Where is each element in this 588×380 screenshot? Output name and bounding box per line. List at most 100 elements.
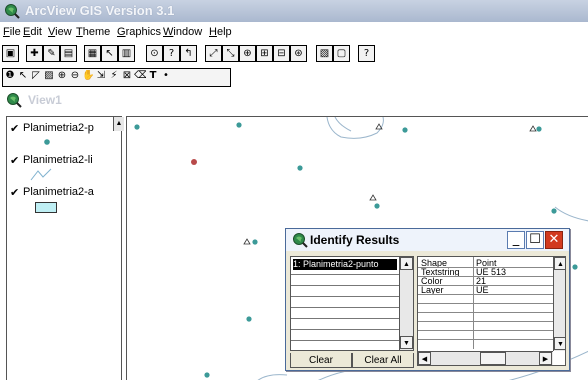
- scroll-right-arrow[interactable]: ▶: [539, 352, 552, 365]
- column-divider: [473, 257, 474, 349]
- list-row-divider: [291, 285, 399, 286]
- scroll-up-arrow[interactable]: ▲: [400, 257, 413, 270]
- app-title-bar: ArcView GIS Version 3.1: [0, 0, 588, 22]
- legend-item-points[interactable]: ✔ Planimetria2-p: [10, 122, 114, 152]
- menu-edit[interactable]: Edit: [23, 26, 42, 38]
- zoom-out-icon[interactable]: ⊟: [273, 45, 290, 62]
- point-symbol-icon: [44, 139, 50, 145]
- minimize-icon[interactable]: _: [507, 231, 525, 249]
- zoom-previous-icon[interactable]: ⊛: [290, 45, 307, 62]
- legend-item-areas[interactable]: ✔ Planimetria2-a: [10, 186, 114, 216]
- button-bar: ▣ ✚ ✎ ▤ ▦ ↖ ▥ ⊙ ? ↰ ⤢ ⤡ ⊕ ⊞ ⊟ ⊛ ▧ ▢ ?: [0, 44, 588, 66]
- help-icon[interactable]: ?: [358, 45, 375, 62]
- identify-tool-icon[interactable]: ❶: [4, 70, 16, 82]
- zoom-full-extent-icon[interactable]: ⤢: [205, 45, 222, 62]
- table-of-contents: ✔ Planimetria2-p ✔ Planimetria2-li ✔ Pla…: [6, 116, 124, 380]
- menu-bar: File Edit View Theme Graphics Window Hel…: [0, 24, 588, 42]
- zoom-selected-icon[interactable]: ⊕: [239, 45, 256, 62]
- view-title-bar: View1: [0, 88, 588, 112]
- menu-help[interactable]: Help: [209, 26, 232, 38]
- list-row-divider: [291, 318, 399, 319]
- arcview-globe-icon: [5, 4, 20, 19]
- scroll-left-arrow[interactable]: ◀: [418, 352, 431, 365]
- menu-graphics[interactable]: Graphics: [117, 26, 161, 38]
- visibility-checkbox[interactable]: ✔: [10, 122, 19, 135]
- select-feature-tool-icon[interactable]: ▨: [43, 70, 55, 82]
- tool-bar: ❶ ↖ ◸ ▨ ⊕ ⊖ ✋ ⇲ ⚡ ⊠ ⌫ T •: [0, 68, 588, 87]
- scroll-down-arrow[interactable]: ▼: [400, 336, 413, 349]
- add-theme-icon[interactable]: ✚: [26, 45, 43, 62]
- visibility-checkbox[interactable]: ✔: [10, 186, 19, 199]
- menu-window[interactable]: Window: [163, 26, 202, 38]
- legend-item-label: Planimetria2-a: [23, 186, 94, 198]
- attribute-table-hscrollbar[interactable]: ◀ ▶: [418, 351, 553, 365]
- menu-view[interactable]: View: [48, 26, 72, 38]
- list-row-divider: [291, 307, 399, 308]
- theme-properties-icon[interactable]: ✎: [43, 45, 60, 62]
- select-by-theme-icon[interactable]: ▧: [316, 45, 333, 62]
- hotlink-tool-icon[interactable]: ⚡: [108, 70, 120, 82]
- feature-list-item-selected[interactable]: 1: Planimetria2-punto: [293, 259, 397, 270]
- table-row-divider: [418, 303, 555, 304]
- scroll-up-arrow[interactable]: ▲: [554, 257, 565, 270]
- clear-all-button[interactable]: Clear All: [352, 353, 414, 368]
- save-project-icon[interactable]: ▣: [2, 45, 19, 62]
- maximize-icon[interactable]: ☐: [526, 231, 544, 249]
- scroll-down-arrow[interactable]: ▼: [554, 337, 565, 350]
- attribute-table[interactable]: Shape Point Textstring UE 513 Color 21 L…: [417, 256, 566, 366]
- scroll-thumb[interactable]: [480, 352, 506, 365]
- pointer-tool-icon[interactable]: ↖: [17, 70, 29, 82]
- open-table-icon[interactable]: ▦: [84, 45, 101, 62]
- dialog-title-bar[interactable]: Identify Results _ ☐ ✕: [286, 229, 569, 251]
- feature-list-scrollbar[interactable]: ▲ ▼: [399, 257, 413, 350]
- edit-legend-icon[interactable]: ▤: [60, 45, 77, 62]
- attribute-table-vscrollbar[interactable]: ▲ ▼: [553, 257, 565, 351]
- query-builder-icon[interactable]: ?: [163, 45, 180, 62]
- dialog-title: Identify Results: [310, 233, 400, 247]
- tool-group: ❶ ↖ ◸ ▨ ⊕ ⊖ ✋ ⇲ ⚡ ⊠ ⌫ T •: [2, 68, 231, 87]
- table-row-divider: [418, 330, 555, 331]
- selected-point: [191, 159, 197, 165]
- list-row-divider: [291, 329, 399, 330]
- find-icon[interactable]: ⊙: [146, 45, 163, 62]
- area-of-interest-tool-icon[interactable]: ⊠: [121, 70, 133, 82]
- close-icon[interactable]: ✕: [545, 231, 563, 249]
- visibility-checkbox[interactable]: ✔: [10, 154, 19, 167]
- table-row-divider: [418, 321, 555, 322]
- menu-file[interactable]: File: [3, 26, 21, 38]
- zoom-active-themes-icon[interactable]: ⤡: [222, 45, 239, 62]
- label-markers: [243, 123, 537, 245]
- app-title: ArcView GIS Version 3.1: [25, 3, 175, 18]
- toc-scroll-up-arrow[interactable]: ▲: [113, 117, 124, 131]
- label-tool-icon[interactable]: ⌫: [134, 70, 146, 82]
- clear-selection-icon[interactable]: ▢: [333, 45, 350, 62]
- clear-button[interactable]: Clear: [290, 353, 352, 368]
- table-row-divider: [418, 312, 555, 313]
- table-row-divider: [418, 339, 555, 340]
- list-row-divider: [291, 340, 399, 341]
- draw-point-tool-icon[interactable]: •: [160, 70, 172, 82]
- identify-results-dialog: Identify Results _ ☐ ✕ 1: Planimetria2-p…: [285, 228, 570, 371]
- locate-icon[interactable]: ↰: [180, 45, 197, 62]
- zoom-out-tool-icon[interactable]: ⊖: [69, 70, 81, 82]
- legend-item-lines[interactable]: ✔ Planimetria2-li: [10, 154, 114, 184]
- legend-item-label: Planimetria2-li: [23, 154, 93, 166]
- view-title: View1: [28, 93, 62, 107]
- identify-globe-icon: [293, 233, 308, 248]
- select-feature-icon[interactable]: ↖: [101, 45, 118, 62]
- polygon-symbol-icon: [35, 202, 57, 213]
- list-row-divider: [291, 296, 399, 297]
- open-chart-icon[interactable]: ▥: [118, 45, 135, 62]
- view-globe-icon: [7, 93, 22, 108]
- pan-tool-icon[interactable]: ✋: [82, 70, 94, 82]
- legend-item-label: Planimetria2-p: [23, 122, 94, 134]
- zoom-in-icon[interactable]: ⊞: [256, 45, 273, 62]
- line-symbol-icon: [30, 168, 52, 181]
- menu-theme[interactable]: Theme: [76, 26, 110, 38]
- zoom-in-tool-icon[interactable]: ⊕: [56, 70, 68, 82]
- vertex-edit-tool-icon[interactable]: ◸: [30, 70, 42, 82]
- feature-list[interactable]: 1: Planimetria2-punto ▲ ▼: [290, 256, 414, 351]
- text-tool-icon[interactable]: T: [147, 70, 159, 82]
- measure-tool-icon[interactable]: ⇲: [95, 70, 107, 82]
- table-row-divider: [418, 294, 555, 295]
